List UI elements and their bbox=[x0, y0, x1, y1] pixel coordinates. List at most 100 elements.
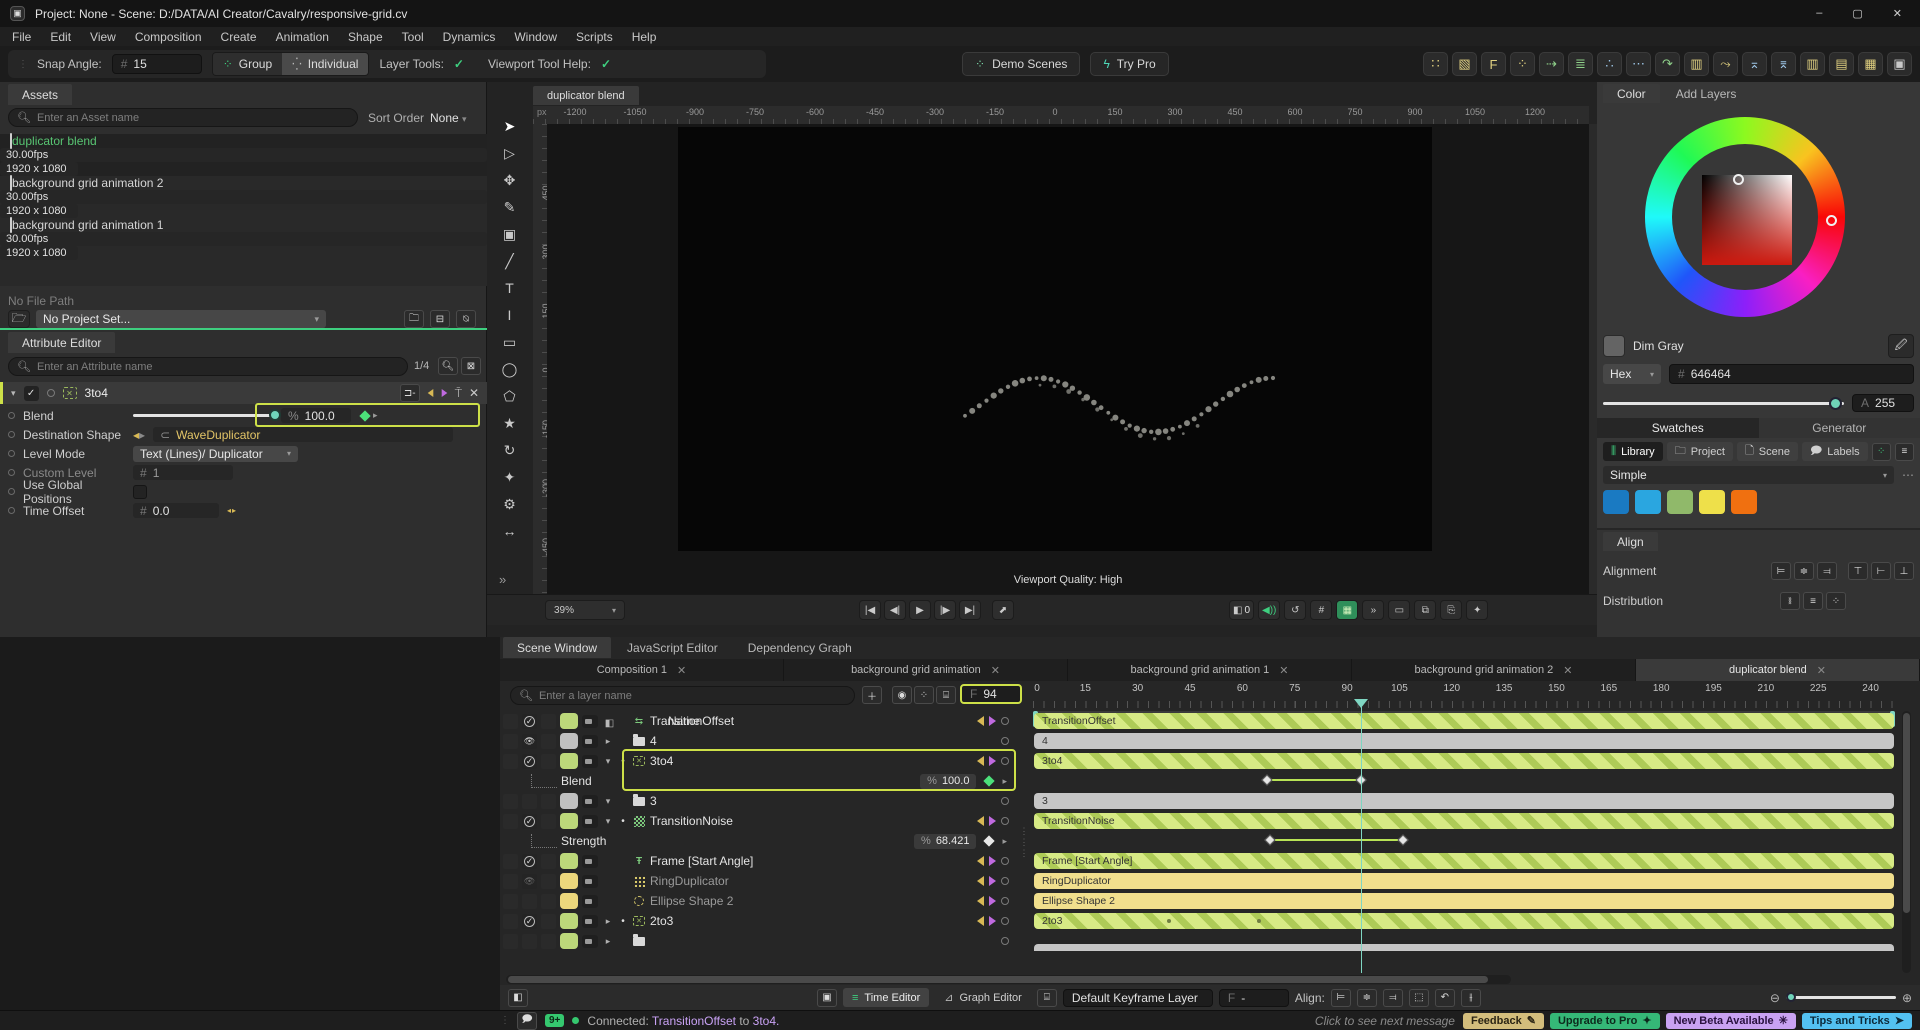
keyframe-icon[interactable] bbox=[1265, 834, 1276, 845]
dot-row-icon[interactable]: ⋯ bbox=[1626, 52, 1651, 76]
next-keyframe-icon[interactable] bbox=[989, 896, 996, 906]
prev-keyframe-icon[interactable] bbox=[977, 876, 984, 886]
trash-icon[interactable]: ⍉ bbox=[456, 310, 476, 328]
menu-tool[interactable]: Tool bbox=[402, 30, 424, 44]
socket-ring-icon[interactable] bbox=[1001, 817, 1009, 825]
tab-generator[interactable]: Generator bbox=[1759, 418, 1920, 438]
graph-editor-button[interactable]: ⊿Graph Editor bbox=[935, 988, 1031, 1007]
polygon-tool-icon[interactable]: ⬠ bbox=[497, 384, 523, 408]
chevron-icon[interactable]: ▾ bbox=[602, 756, 614, 767]
pen-tool-icon[interactable]: ✎ bbox=[497, 195, 523, 219]
layer-row-unnamed[interactable]: ▸ bbox=[503, 931, 1015, 951]
toggle-cell[interactable] bbox=[503, 734, 518, 749]
prev-keyframe-icon[interactable] bbox=[977, 896, 984, 906]
tab-color[interactable]: Color bbox=[1603, 84, 1660, 103]
scatter-icon[interactable]: ⁘ bbox=[1510, 52, 1535, 76]
feedback-button[interactable]: Feedback✎ bbox=[1463, 1013, 1544, 1029]
socket-icon[interactable] bbox=[8, 488, 15, 495]
layer-bar[interactable]: 4 bbox=[1034, 733, 1894, 749]
menu-window[interactable]: Window bbox=[514, 30, 557, 44]
add-layer-button[interactable]: ＋ bbox=[862, 686, 882, 704]
layer-row-blend[interactable]: Blend%100.0▸ bbox=[503, 771, 1015, 791]
pin-icon[interactable]: ⍑ bbox=[455, 386, 462, 401]
next-keyframe-icon[interactable] bbox=[989, 916, 996, 926]
duplicate-view-icon[interactable]: ⎘ bbox=[1440, 600, 1462, 620]
chevron-icon[interactable]: ▾ bbox=[602, 796, 614, 807]
menu-file[interactable]: File bbox=[12, 30, 31, 44]
status-link-target[interactable]: 3to4. bbox=[753, 1014, 780, 1028]
timeline-ruler[interactable]: 0153045607590105120135150165180195210225… bbox=[1033, 681, 1895, 711]
use-global-positions-checkbox[interactable] bbox=[133, 485, 147, 499]
more-options-icon[interactable]: ⋯ bbox=[1902, 468, 1914, 482]
toggle-cell[interactable] bbox=[541, 894, 556, 909]
keyframe-segment[interactable] bbox=[1267, 779, 1361, 781]
align-bars-icon[interactable]: ≣ bbox=[1568, 52, 1593, 76]
snap-angle-field[interactable]: #15 bbox=[112, 54, 202, 74]
render-toggle-icon[interactable] bbox=[582, 715, 598, 728]
list-view-icon[interactable]: ≡ bbox=[1895, 443, 1914, 461]
menu-animation[interactable]: Animation bbox=[276, 30, 329, 44]
duplicator-grid-icon[interactable]: ∷ bbox=[1423, 52, 1448, 76]
zoom-level-select[interactable]: 39%▾ bbox=[545, 600, 625, 620]
close-tab-icon[interactable]: ✕ bbox=[1817, 664, 1826, 677]
toggle-cell[interactable] bbox=[503, 714, 518, 729]
line-tool-icon[interactable]: ╱ bbox=[497, 249, 523, 273]
chevron-icon[interactable]: ▾ bbox=[602, 816, 614, 827]
color-chip[interactable] bbox=[1635, 490, 1661, 514]
zoom-in-icon[interactable]: ⊕ bbox=[1902, 991, 1912, 1005]
layer-bar[interactable]: 3to4 bbox=[1034, 753, 1894, 769]
keyframe-icon[interactable] bbox=[1261, 774, 1272, 785]
layer-tools-check-icon[interactable]: ✓ bbox=[454, 57, 464, 71]
layer-bar[interactable] bbox=[1034, 944, 1894, 951]
toggle-cell[interactable] bbox=[503, 754, 518, 769]
layer-color-swatch[interactable] bbox=[560, 793, 578, 809]
toggle-cell[interactable] bbox=[541, 874, 556, 889]
toggle-cell[interactable] bbox=[541, 754, 556, 769]
next-keyframe-icon[interactable] bbox=[989, 756, 996, 766]
socket-icon[interactable] bbox=[8, 507, 15, 514]
toggle-cell[interactable] bbox=[503, 934, 518, 949]
select-tool-icon[interactable]: ➤ bbox=[497, 114, 523, 138]
sv-marker[interactable] bbox=[1733, 174, 1744, 185]
visibility-cell[interactable]: ✓ bbox=[522, 754, 537, 769]
layer-bar[interactable]: 3 bbox=[1034, 793, 1894, 809]
project-set-icon[interactable]: 🗁︎ bbox=[8, 310, 30, 328]
attribute-search-input[interactable] bbox=[37, 361, 399, 373]
color-chip[interactable] bbox=[1699, 490, 1725, 514]
color-mode-select[interactable]: Hex▾ bbox=[1603, 364, 1661, 384]
asset-row[interactable]: duplicator blend30.00fps1920 x 1080 bbox=[0, 134, 487, 176]
socket-icon[interactable] bbox=[8, 450, 15, 457]
go-to-end-icon[interactable]: ▶| bbox=[959, 600, 981, 620]
distribute-spacing-icon[interactable]: ⁘ bbox=[1826, 592, 1846, 610]
ease-curve-icon[interactable]: ↶ bbox=[1435, 989, 1455, 1007]
layer-row-transitionoffset[interactable]: ✓⇆TransitionOffset bbox=[503, 711, 1015, 731]
render-toggle-icon[interactable] bbox=[582, 855, 598, 868]
node-header-3to4[interactable]: ▾ ✓ ✕ 3to4 ⊐- ⍑ ✕ bbox=[0, 382, 487, 404]
render-toggle-icon[interactable] bbox=[582, 915, 598, 928]
align-left-icon[interactable]: ⊨ bbox=[1771, 562, 1791, 580]
socket-ring-icon[interactable] bbox=[1001, 797, 1009, 805]
eyedropper-button[interactable]: 🖉︎ bbox=[1888, 334, 1914, 358]
layer-row-ringduplicator[interactable]: 👁︎RingDuplicator bbox=[503, 871, 1015, 891]
spread-keys-icon[interactable]: ⫲ bbox=[1461, 989, 1481, 1007]
comp-tab[interactable]: Composition 1✕ bbox=[500, 659, 784, 681]
menu-shape[interactable]: Shape bbox=[348, 30, 383, 44]
layer-color-swatch[interactable] bbox=[560, 873, 578, 889]
tab-assets[interactable]: Assets bbox=[8, 84, 72, 105]
visibility-cell[interactable] bbox=[522, 794, 537, 809]
scene-button[interactable]: 🗋︎Scene bbox=[1737, 442, 1798, 461]
toggle-cell[interactable] bbox=[541, 914, 556, 929]
prev-keyframe-icon[interactable] bbox=[977, 816, 984, 826]
grid-icon[interactable]: ▦ bbox=[1858, 52, 1883, 76]
forge-flag-icon[interactable]: F bbox=[1481, 52, 1506, 76]
socket-ring-icon[interactable] bbox=[1001, 717, 1009, 725]
next-frame-icon[interactable]: |▶ bbox=[934, 600, 956, 620]
toggle-cell[interactable] bbox=[541, 714, 556, 729]
visibility-cell[interactable]: ✓ bbox=[522, 914, 537, 929]
visibility-cell[interactable]: ✓ bbox=[522, 854, 537, 869]
layer-search-input[interactable] bbox=[539, 690, 846, 702]
swatch-group-select[interactable]: Simple▾ bbox=[1603, 466, 1894, 484]
align-kf-left-icon[interactable]: ⊨ bbox=[1331, 989, 1351, 1007]
align-bottom-icon[interactable]: ⌆ bbox=[1771, 52, 1796, 76]
menu-scripts[interactable]: Scripts bbox=[576, 30, 613, 44]
